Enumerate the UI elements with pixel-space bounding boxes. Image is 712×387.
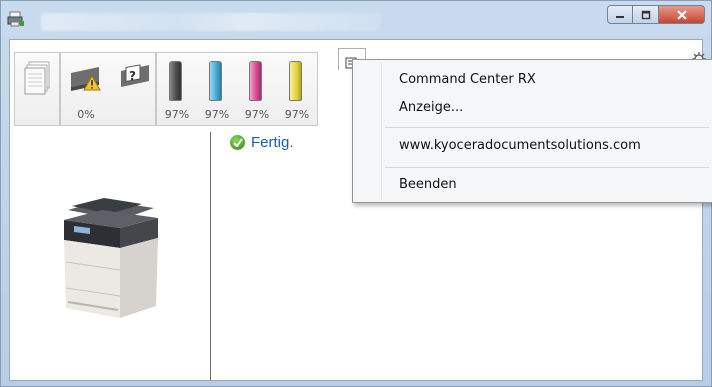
status-monitor-window: 0% ? 97% 97% 97% 97% Fertig. Command Cen… [0,0,712,387]
printer-icon [7,11,24,27]
check-icon [230,135,245,150]
toner-cyan-percent: 97% [204,108,230,121]
supplies-toolbar: 0% ? 97% 97% 97% 97% [14,52,318,126]
maximize-icon [641,10,650,19]
toner-magenta-percent: 97% [244,108,270,121]
close-icon [676,9,687,20]
svg-text:?: ? [129,69,136,83]
title-bar [1,1,711,39]
maximize-button[interactable] [633,5,659,24]
toner-yellow-icon [289,61,302,101]
toner-black-percent: 97% [164,108,190,121]
menu-item-website[interactable]: www.kyoceradocumentsolutions.com [399,138,641,153]
toner-group: 97% 97% 97% 97% [156,52,318,126]
context-menu: Command Center RX Anzeige... www.kyocera… [352,59,712,203]
menu-item-beenden[interactable]: Beenden [399,177,457,192]
toner-black-icon [169,61,182,101]
help-icon: ? [121,64,149,87]
status-text: Fertig. [251,134,294,151]
pane-divider [210,132,211,380]
menu-separator [385,127,709,128]
window-controls [607,5,705,24]
toner-cyan[interactable]: 97% [197,53,237,125]
status-group: 0% ? [60,52,156,126]
toner-cyan-icon [209,61,222,101]
help-item[interactable]: ? [111,53,155,125]
minimize-icon [616,15,624,18]
paper-stack-icon [24,61,50,95]
toner-yellow-percent: 97% [284,108,310,121]
warning-icon [83,75,101,91]
window-title [41,13,381,31]
minimize-button[interactable] [607,5,633,24]
printer-image [64,198,158,318]
paper-level[interactable]: 0% [61,53,111,125]
menu-item-command-center[interactable]: Command Center RX [399,72,536,87]
toner-magenta[interactable]: 97% [237,53,277,125]
menu-gutter [381,62,382,200]
toner-black[interactable]: 97% [157,53,197,125]
close-button[interactable] [659,5,705,24]
paper-percent: 0% [77,108,95,121]
menu-item-anzeige[interactable]: Anzeige... [399,100,463,115]
paper-group [14,52,60,126]
toner-yellow[interactable]: 97% [277,53,317,125]
toner-magenta-icon [249,61,262,101]
paper-tray[interactable] [15,53,59,125]
status-message: Fertig. [230,134,294,151]
menu-separator [385,167,709,168]
